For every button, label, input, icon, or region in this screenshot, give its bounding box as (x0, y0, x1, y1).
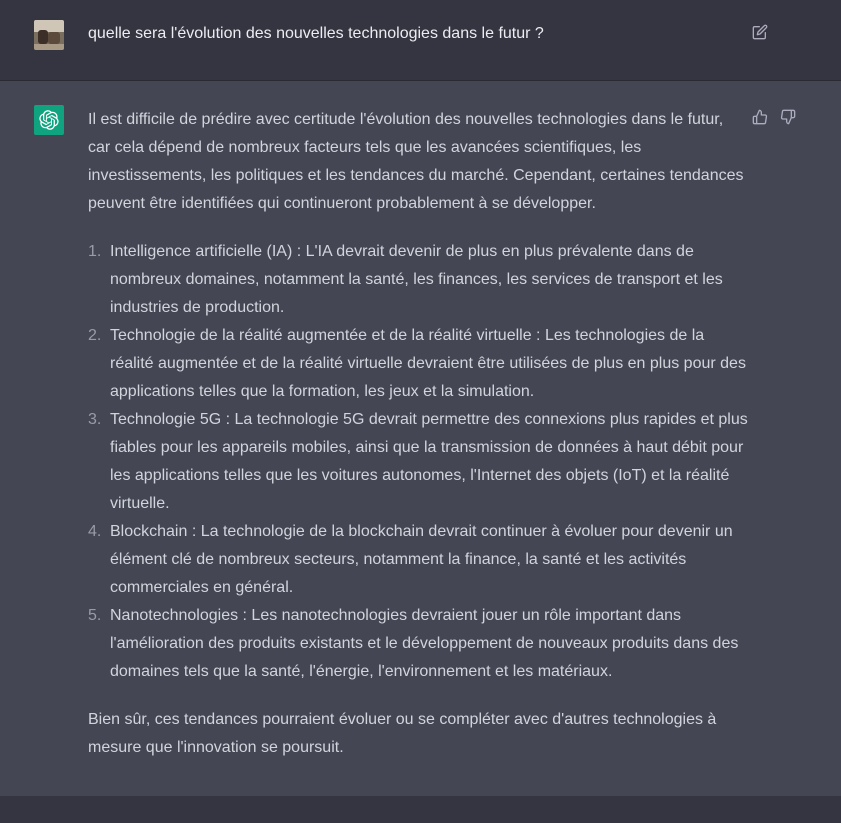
user-message-text: quelle sera l'évolution des nouvelles te… (88, 25, 544, 42)
list-item-number: 3. (88, 411, 102, 428)
list-item-text: Intelligence artificielle (IA) : L'IA de… (110, 243, 723, 316)
list-item: 2. Technologie de la réalité augmentée et… (88, 322, 748, 406)
list-item-text: Blockchain : La technologie de la blockc… (110, 523, 733, 596)
thumbs-up-icon[interactable] (752, 109, 768, 125)
user-message-row: quelle sera l'évolution des nouvelles te… (0, 0, 841, 81)
assistant-avatar (34, 105, 64, 135)
assistant-conclusion-paragraph: Bien sûr, ces tendances pourraient évolu… (88, 711, 717, 756)
assistant-message-row: Il est difficile de prédire avec certitu… (0, 81, 841, 796)
list-item: 5. Nanotechnologies : Les nanotechnologie… (88, 602, 748, 686)
bottom-area (0, 796, 841, 823)
thumbs-down-icon[interactable] (780, 109, 796, 125)
list-item-number: 2. (88, 327, 102, 344)
assistant-message-content: Il est difficile de prédire avec certitu… (88, 106, 748, 762)
list-item: 3. Technologie 5G : La technologie 5G dev… (88, 406, 748, 518)
assistant-intro-paragraph: Il est difficile de prédire avec certitu… (88, 111, 744, 212)
list-item: 4. Blockchain : La technologie de la bloc… (88, 518, 748, 602)
list-item-text: Nanotechnologies : Les nanotechnologies … (110, 607, 739, 680)
list-item-text: Technologie de la réalité augmentée et d… (110, 327, 746, 400)
list-item: 1. Intelligence artificielle (IA) : L'IA … (88, 238, 748, 322)
tech-trends-list: 1. Intelligence artificielle (IA) : L'IA … (88, 238, 748, 686)
edit-icon[interactable] (752, 24, 768, 40)
list-item-number: 4. (88, 523, 102, 540)
openai-logo-icon (39, 110, 59, 130)
user-avatar (34, 20, 64, 50)
list-item-text: Technologie 5G : La technologie 5G devra… (110, 411, 748, 512)
list-item-number: 1. (88, 243, 102, 260)
list-item-number: 5. (88, 607, 102, 624)
